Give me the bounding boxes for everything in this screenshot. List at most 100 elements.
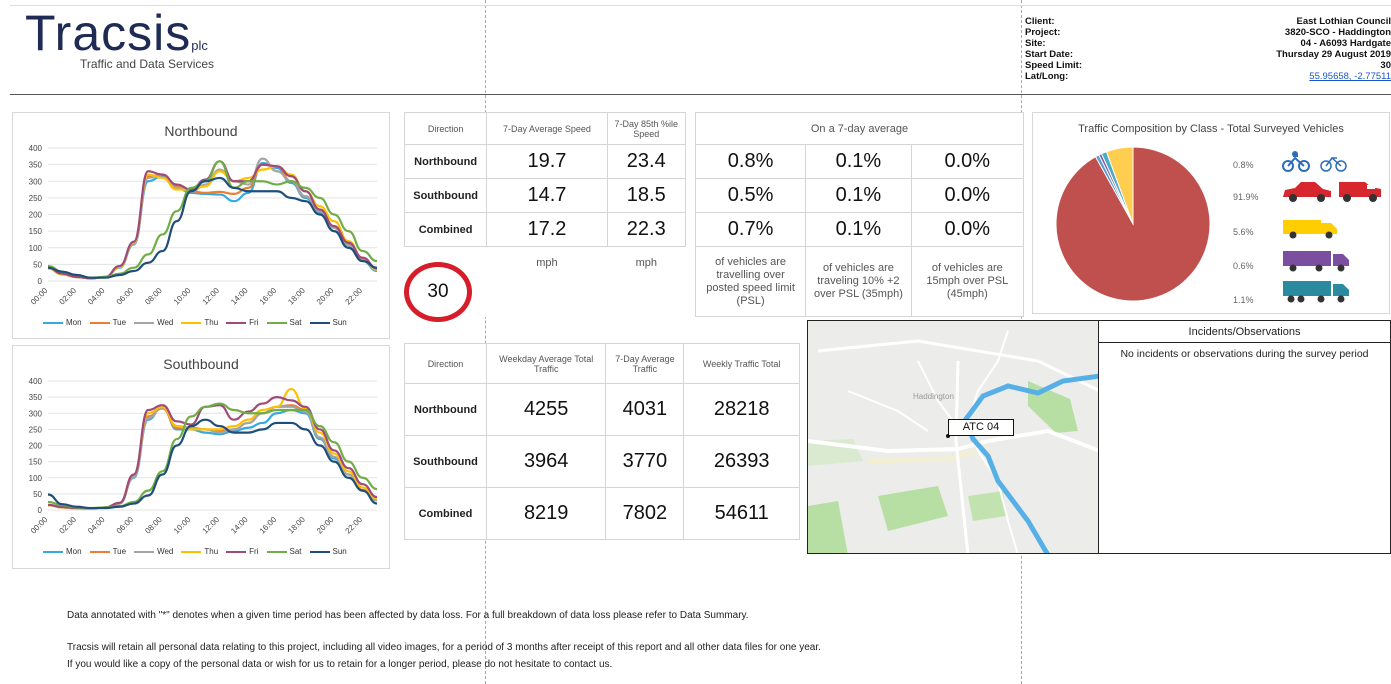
legend-label: Tue	[112, 318, 127, 327]
legend-item: Wed	[134, 318, 173, 327]
over-psl15-value: 0.0%	[910, 212, 1025, 247]
southbound-chart-plot: 0 50 100 150 200 250 300 350 400 00:00 02:00 04:00 0…	[29, 377, 378, 536]
legend-swatch	[181, 321, 202, 325]
info-value: 30	[1380, 60, 1391, 71]
weekday-average-value: 8219	[485, 487, 607, 540]
x-tick-label: 06:00	[115, 286, 136, 307]
pie-slice	[1055, 146, 1211, 302]
legend-label: Mon	[66, 547, 82, 556]
y-tick-label: 100	[29, 474, 43, 483]
x-tick-label: 14:00	[229, 286, 250, 307]
y-tick-label: 150	[29, 227, 43, 236]
seven-day-average-value: 3770	[605, 435, 685, 488]
info-label: Lat/Long:	[1025, 71, 1069, 82]
info-label: Client:	[1025, 16, 1055, 27]
over-psl15-value: 0.0%	[910, 144, 1025, 179]
site-marker-label: ATC 04	[948, 419, 1014, 436]
x-tick-label: 02:00	[57, 515, 78, 536]
volume-table: Direction Weekday Average Total Traffic …	[404, 343, 800, 540]
legend-item: Tue	[89, 547, 127, 556]
x-tick-label: 22:00	[344, 515, 365, 536]
chart-legend: Mon Tue Wed Thu Fri Sat Sun	[43, 318, 347, 327]
legend-label: Wed	[157, 318, 174, 327]
y-tick-label: 300	[29, 177, 43, 186]
legend-label: Mon	[66, 318, 82, 327]
x-tick-label: 10:00	[172, 286, 193, 307]
weekly-total-value: 54611	[683, 487, 800, 540]
incidents-panel: Incidents/Observations No incidents or o…	[1098, 320, 1391, 554]
x-tick-label: 16:00	[258, 515, 279, 536]
legend-label: Tue	[112, 547, 127, 556]
legend-swatch	[226, 321, 247, 325]
logo-subtitle: Traffic and Data Services	[80, 57, 215, 71]
seven-day-average-value: 4031	[605, 383, 685, 436]
row-header: Northbound	[404, 383, 487, 436]
project-info: Client: East Lothian Council Project: 3820-…	[1025, 16, 1391, 82]
info-label: Site:	[1025, 38, 1046, 49]
x-tick-label: 02:00	[57, 286, 78, 307]
chart-legend: Mon Tue Wed Thu Fri Sat Sun	[43, 547, 347, 556]
speed-unit: mph	[635, 257, 657, 269]
p85-speed-value: 23.4	[606, 144, 686, 179]
legend-item: Sat	[266, 318, 302, 327]
pie-slice-label: 1.1%	[1233, 295, 1254, 305]
northbound-chart: Northbound 0 50 100 150 200 250 300 350 400 00:00…	[12, 112, 390, 339]
map-place-label: Haddington	[913, 392, 954, 401]
x-tick-label: 20:00	[315, 515, 336, 536]
row-header: Southbound	[403, 178, 488, 213]
legend-item: Fri	[226, 318, 259, 327]
column-header: Direction	[404, 343, 487, 384]
y-tick-label: 350	[29, 393, 43, 402]
legend-swatch	[309, 550, 330, 554]
info-value: 04 - A6093 Hardgate	[1300, 38, 1391, 49]
speed-limit-sign: 30	[404, 262, 472, 322]
info-label: Start Date:	[1025, 49, 1074, 60]
y-tick-label: 400	[29, 377, 43, 386]
speed-unit: mph	[536, 257, 558, 269]
legend-swatch	[134, 550, 155, 554]
legend-swatch	[266, 550, 287, 554]
x-tick-label: 04:00	[86, 515, 107, 536]
info-row: Project: 3820-SCO - Haddington	[1025, 27, 1391, 38]
legend-item: Mon	[43, 318, 82, 327]
site-map: Haddington ATC 04	[807, 320, 1099, 554]
psl-description: of vehicles are travelling over posted s…	[694, 246, 807, 317]
p85-speed-value: 18.5	[606, 178, 686, 213]
pie-slice-label: 5.6%	[1233, 227, 1254, 237]
row-header: Northbound	[403, 144, 488, 179]
info-value: East Lothian Council	[1296, 16, 1391, 27]
y-tick-label: 0	[38, 506, 43, 515]
column-header: 7-Day Average Traffic	[605, 343, 685, 384]
legend-swatch	[181, 550, 202, 554]
legend-swatch	[266, 321, 287, 325]
x-tick-label: 20:00	[315, 286, 336, 307]
weekday-average-value: 3964	[485, 435, 607, 488]
lat-long-link[interactable]: 55.95658, -2.77511	[1309, 71, 1391, 82]
northbound-chart-plot: 0 50 100 150 200 250 300 350 400 00:00 02:00 04:00 0…	[29, 144, 378, 307]
y-tick-label: 100	[29, 244, 43, 253]
y-tick-label: 400	[29, 144, 43, 153]
legend-item: Sun	[309, 547, 347, 556]
avg-speed-value: 14.7	[486, 178, 608, 213]
column-header: Weekday Average Total Traffic	[485, 343, 607, 384]
column-header: Weekly Traffic Total	[683, 343, 800, 384]
legend-swatch	[43, 550, 63, 554]
legend-swatch	[309, 321, 330, 325]
incidents-text: No incidents or observations during the …	[1120, 348, 1369, 360]
car-van-icon	[1283, 182, 1381, 202]
speed-table: Direction 7-Day Average Speed 7-Day 85th…	[403, 112, 1025, 317]
x-tick-label: 12:00	[201, 515, 222, 536]
legend-item: Thu	[181, 318, 218, 327]
legend-item: Tue	[89, 318, 127, 327]
x-tick-label: 22:00	[344, 286, 365, 307]
row-header: Combined	[403, 212, 488, 247]
x-tick-label: 12:00	[201, 286, 222, 307]
y-tick-label: 50	[33, 260, 42, 269]
legend-label: Thu	[204, 547, 219, 556]
data-contact-note: If you would like a copy of the personal…	[67, 659, 613, 670]
x-tick-label: 16:00	[258, 286, 279, 307]
column-header: 7-Day 85th %ile Speed	[606, 112, 686, 145]
legend-item: Mon	[43, 547, 82, 556]
x-tick-label: 00:00	[29, 515, 50, 536]
y-tick-label: 350	[29, 161, 43, 170]
